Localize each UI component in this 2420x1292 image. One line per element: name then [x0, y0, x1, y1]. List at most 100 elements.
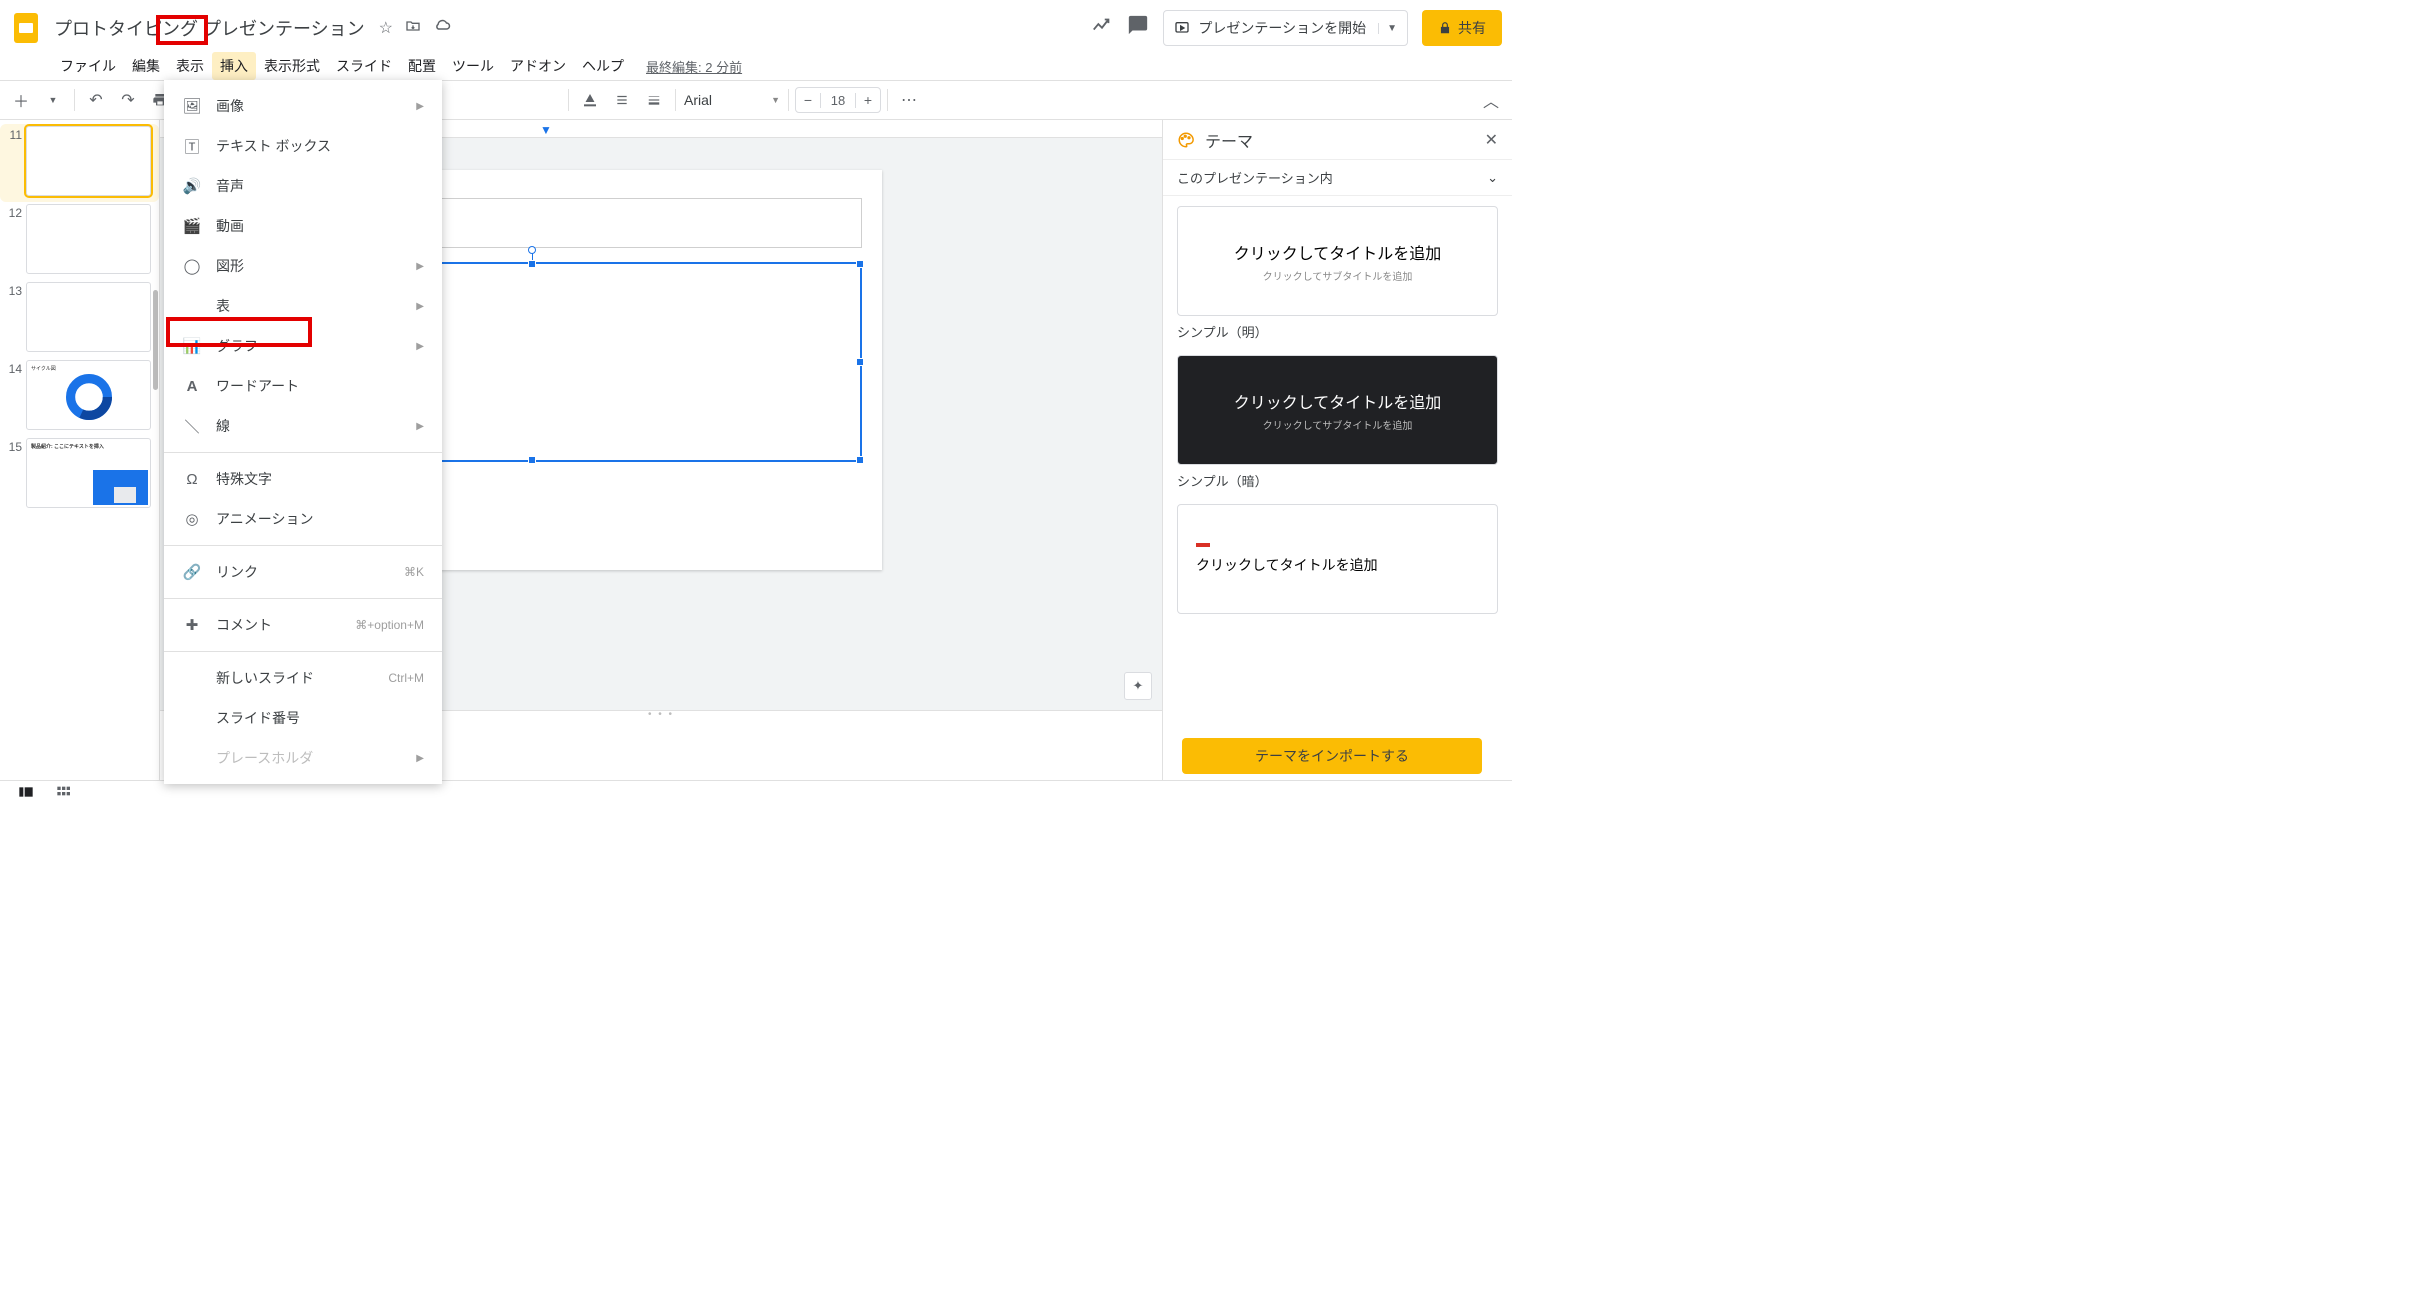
theme-card-accent[interactable]: クリックしてタイトルを追加: [1177, 504, 1498, 614]
dd-shape[interactable]: ◯図形▶: [164, 246, 442, 286]
font-selector[interactable]: Arial▼: [682, 89, 782, 111]
font-size-value[interactable]: 18: [820, 93, 856, 108]
shortcut-label: ⌘K: [404, 565, 424, 579]
new-slide-dropdown-icon[interactable]: ▼: [38, 85, 68, 115]
dd-link[interactable]: 🔗リンク⌘K: [164, 552, 442, 592]
submenu-arrow-icon: ▶: [416, 753, 424, 764]
rotate-handle[interactable]: [528, 246, 536, 254]
close-icon[interactable]: ✕: [1485, 130, 1498, 150]
menu-format[interactable]: 表示形式: [256, 52, 328, 80]
theme-card-title: クリックしてタイトルを追加: [1196, 555, 1378, 575]
menu-tools[interactable]: ツール: [444, 52, 502, 80]
move-to-folder-icon[interactable]: [405, 18, 421, 39]
insert-dropdown: 🖼画像▶ 🅃テキスト ボックス 🔊音声 🎬動画 ◯図形▶ 表▶ 📊グラフ▶ Aワ…: [164, 80, 442, 784]
shortcut-label: ⌘+option+M: [355, 618, 424, 632]
menu-help[interactable]: ヘルプ: [574, 52, 632, 80]
menu-arrange[interactable]: 配置: [400, 52, 444, 80]
dd-placeholder: プレースホルダ▶: [164, 738, 442, 778]
theme-panel-title: テーマ: [1205, 128, 1253, 152]
present-button[interactable]: プレゼンテーションを開始 ▼: [1163, 10, 1408, 46]
link-icon: 🔗: [182, 563, 202, 581]
doc-title[interactable]: プロトタイピング プレゼンテーション: [50, 15, 369, 41]
line-icon: ＼: [182, 416, 202, 437]
dd-chart[interactable]: 📊グラフ▶: [164, 326, 442, 366]
dd-textbox[interactable]: 🅃テキスト ボックス: [164, 126, 442, 166]
menu-addons[interactable]: アドオン: [502, 52, 574, 80]
theme-card-title: クリックしてタイトルを追加: [1234, 240, 1442, 264]
menu-slide[interactable]: スライド: [328, 52, 400, 80]
submenu-arrow-icon: ▶: [416, 261, 424, 272]
scrollbar-thumb[interactable]: [153, 290, 158, 390]
undo-button[interactable]: ↶: [81, 85, 111, 115]
submenu-arrow-icon: ▶: [416, 421, 424, 432]
indent-marker-icon[interactable]: ▼: [540, 123, 552, 137]
border-weight-button[interactable]: [639, 85, 669, 115]
slide-thumb-15[interactable]: 15 製品紹介: ここにテキストを挿入: [0, 436, 159, 514]
menu-view[interactable]: 表示: [168, 52, 212, 80]
cloud-status-icon[interactable]: [433, 17, 451, 40]
slide-thumb-11[interactable]: 11: [0, 124, 159, 202]
omega-icon: Ω: [182, 471, 202, 488]
drag-handle-icon[interactable]: • • •: [648, 709, 674, 720]
dd-audio[interactable]: 🔊音声: [164, 166, 442, 206]
resize-handle[interactable]: [856, 358, 864, 366]
menu-bar: ファイル 編集 表示 挿入 表示形式 スライド 配置 ツール アドオン ヘルプ …: [0, 52, 1512, 80]
menu-file[interactable]: ファイル: [52, 52, 124, 80]
resize-handle[interactable]: [856, 260, 864, 268]
redo-button[interactable]: ↷: [113, 85, 143, 115]
menu-insert[interactable]: 挿入: [212, 52, 256, 80]
theme-panel: テーマ ✕ このプレゼンテーション内 ⌄ クリックしてタイトルを追加 クリックし…: [1162, 120, 1512, 780]
explore-button[interactable]: ✦: [1124, 672, 1152, 700]
textbox-icon: 🅃: [182, 136, 202, 157]
footer-bar: [0, 780, 1512, 808]
fill-color-button[interactable]: [575, 85, 605, 115]
last-edit-link[interactable]: 最終編集: 2 分前: [646, 57, 742, 76]
slide-panel: 11 12 13 14 サイクル図 15 製品紹介: ここにテキストを挿入: [0, 120, 160, 780]
font-size-decrease[interactable]: −: [796, 92, 820, 108]
palette-icon: [1177, 131, 1195, 149]
star-icon[interactable]: ☆: [379, 18, 393, 38]
filmstrip-view-icon[interactable]: [18, 785, 34, 804]
theme-section-toggle[interactable]: このプレゼンテーション内 ⌄: [1163, 160, 1512, 196]
slide-thumb-13[interactable]: 13: [0, 280, 159, 358]
submenu-arrow-icon: ▶: [416, 101, 424, 112]
activity-icon[interactable]: [1091, 14, 1113, 42]
dd-wordart[interactable]: Aワードアート: [164, 366, 442, 406]
dd-image[interactable]: 🖼画像▶: [164, 86, 442, 126]
dd-slide-number[interactable]: スライド番号: [164, 698, 442, 738]
slide-thumb-14[interactable]: 14 サイクル図: [0, 358, 159, 436]
collapse-toolbar-icon[interactable]: ︿: [1476, 85, 1506, 115]
dd-video[interactable]: 🎬動画: [164, 206, 442, 246]
dd-comment[interactable]: ✚コメント⌘+option+M: [164, 605, 442, 645]
slide-number: 14: [4, 360, 22, 376]
share-label: 共有: [1458, 18, 1486, 38]
resize-handle[interactable]: [856, 456, 864, 464]
resize-handle[interactable]: [528, 456, 536, 464]
comment-history-icon[interactable]: [1127, 14, 1149, 42]
menu-edit[interactable]: 編集: [124, 52, 168, 80]
slide-thumb-12[interactable]: 12: [0, 202, 159, 280]
present-dropdown-icon[interactable]: ▼: [1378, 23, 1397, 34]
dd-table[interactable]: 表▶: [164, 286, 442, 326]
grid-view-icon[interactable]: [56, 785, 72, 804]
submenu-arrow-icon: ▶: [416, 301, 424, 312]
image-icon: 🖼: [182, 97, 202, 115]
theme-card-dark[interactable]: クリックしてタイトルを追加 クリックしてサブタイトルを追加: [1177, 355, 1498, 465]
dd-special-chars[interactable]: Ω特殊文字: [164, 459, 442, 499]
slides-logo[interactable]: [6, 8, 46, 48]
theme-card-light[interactable]: クリックしてタイトルを追加 クリックしてサブタイトルを追加: [1177, 206, 1498, 316]
share-button[interactable]: 共有: [1422, 10, 1502, 46]
more-tools-button[interactable]: ⋯: [894, 85, 924, 115]
dd-line[interactable]: ＼線▶: [164, 406, 442, 446]
font-size-increase[interactable]: +: [856, 92, 880, 108]
new-slide-button[interactable]: ＋: [6, 85, 36, 115]
resize-handle[interactable]: [528, 260, 536, 268]
border-color-button[interactable]: [607, 85, 637, 115]
slide-number: 12: [4, 204, 22, 220]
font-size-box: − 18 +: [795, 87, 881, 113]
dd-animation[interactable]: ◎アニメーション: [164, 499, 442, 539]
chart-icon: 📊: [182, 337, 202, 355]
dd-new-slide[interactable]: 新しいスライドCtrl+M: [164, 658, 442, 698]
wordart-icon: A: [182, 378, 202, 395]
import-theme-button[interactable]: テーマをインポートする: [1182, 738, 1482, 774]
